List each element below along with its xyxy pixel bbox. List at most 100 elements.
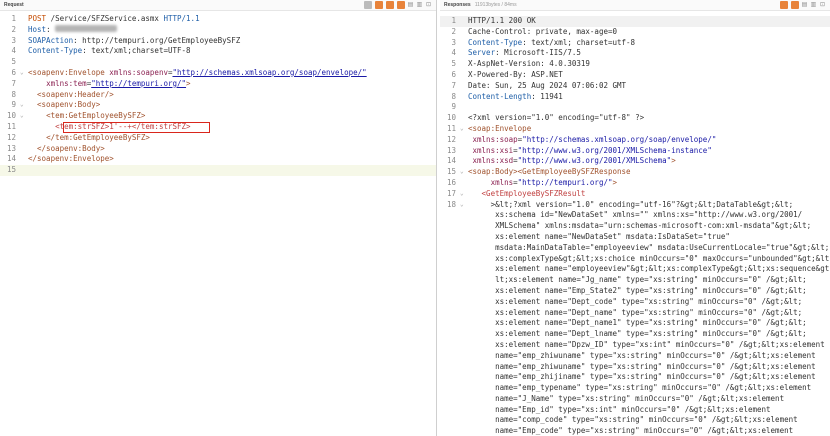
code-line[interactable]: 10 <?xml version="1.0" encoding="utf-8" ?… — [440, 113, 830, 124]
code-token: : text/xml; charset=utf-8 — [522, 37, 636, 47]
code-line[interactable]: 12 </tem:GetEmployeeBySFZ> — [0, 133, 436, 144]
code-line[interactable]: xs:element name="Dept_name" type="xs:str… — [440, 308, 830, 319]
code-line[interactable]: xs:element name="Dpzw_ID" type="xs:int" … — [440, 340, 830, 351]
code-line[interactable]: 1 HTTP/1.1 200 OK — [440, 16, 830, 27]
code-line[interactable]: 7 Date: Sun, 25 Aug 2024 07:06:02 GMT — [440, 81, 830, 92]
line-number: 12 — [6, 132, 16, 142]
code-line[interactable]: 6 X-Powered-By: ASP.NET — [440, 70, 830, 81]
code-line[interactable]: 4 Content-Type: text/xml;charset=UTF-8 — [0, 46, 436, 57]
fold-gutter — [20, 14, 28, 25]
code-line[interactable]: name="comp_code" type="xs:string" minOcc… — [440, 415, 830, 426]
code-line[interactable]: 5 — [0, 57, 436, 68]
code-line[interactable]: xs:schema id="NewDataSet" xmlns="" xmlns… — [440, 210, 830, 221]
code-token: "http://www.w3.org/2001/XMLSchema" — [517, 156, 672, 166]
code-line[interactable]: 10 ⌄ <tem:GetEmployeeBySFZ> — [0, 111, 436, 122]
request-toolbar: Request ▤ ▥ ⊡ — [0, 0, 436, 11]
fold-toggle-icon[interactable]: ⌄ — [460, 189, 468, 200]
code-line[interactable]: xs:element name="Dept_code" type="xs:str… — [440, 297, 830, 308]
fold-gutter — [460, 178, 468, 189]
code-line[interactable]: 1 POST /Service/SFZService.asmx HTTP/1.1 — [0, 14, 436, 25]
line-number: 15 — [6, 165, 16, 175]
code-line[interactable]: msdata:MainDataTable="employeeview" msda… — [440, 243, 830, 254]
code-line[interactable]: name="emp_zhijiname" type="xs:string" mi… — [440, 372, 830, 383]
code-line[interactable]: 11 ⌄ <soap:Envelope — [440, 124, 830, 135]
code-line[interactable]: 15 ⌄ <soap:Body> <GetEmployeeBySFZResponse — [440, 167, 830, 178]
code-token: name="emp_zhiwuname" type="xs:string" mi… — [495, 350, 816, 360]
layout-icon[interactable]: ▤ — [801, 2, 808, 9]
code-line[interactable]: 9 — [440, 102, 830, 113]
line-number — [440, 243, 460, 254]
code-line[interactable]: xs:element name="Emp_State2" type="xs:st… — [440, 286, 830, 297]
code-line[interactable]: name="Emp_code" type="xs:string" minOccu… — [440, 426, 830, 436]
fold-toggle-icon[interactable]: ⌄ — [460, 200, 468, 211]
fold-gutter — [460, 102, 468, 113]
code-line[interactable]: 11 <tem:strSFZ>1'--+</tem:strSFZ> — [0, 121, 436, 133]
code-line[interactable]: 14 </soapenv:Envelope> — [0, 154, 436, 165]
code-line[interactable]: 13 </soapenv:Body> — [0, 144, 436, 155]
code-token: POST — [28, 14, 47, 23]
request-action-button-4[interactable] — [397, 1, 405, 9]
fold-gutter — [20, 36, 28, 47]
line-number: 14 — [6, 154, 16, 164]
code-line[interactable]: 6 ⌄ <soapenv:Envelope xmlns:soapenv = "http:… — [0, 68, 436, 79]
line-number — [440, 264, 460, 275]
code-line[interactable]: 15 — [0, 165, 436, 176]
code-line[interactable]: 9 ⌄ <soapenv:Body> — [0, 100, 436, 111]
code-line[interactable]: xs:element name="Dept_lname" type="xs:st… — [440, 329, 830, 340]
code-line[interactable]: 18 ⌄ >&lt;?xml version="1.0" encoding="ut… — [440, 200, 830, 211]
code-line[interactable]: 2 Cache-Control: private, max-age=0 — [440, 27, 830, 38]
response-action-button-2[interactable] — [791, 1, 799, 9]
fold-gutter — [460, 362, 468, 373]
code-line[interactable]: 4 Server: Microsoft-IIS/7.5 — [440, 48, 830, 59]
code-line[interactable]: xs:element name="employeeview"&gt;&lt;xs… — [440, 264, 830, 275]
code-line[interactable]: name="Emp_id" type="xs:int" minOccurs="0… — [440, 405, 830, 416]
code-line[interactable]: XMLSchema" xmlns:msdata="urn:schemas-mic… — [440, 221, 830, 232]
fold-toggle-icon[interactable]: ⌄ — [20, 111, 28, 122]
expand-icon[interactable]: ⊡ — [425, 2, 432, 9]
code-token: xs:element name="Emp_State2" type="xs:st… — [495, 285, 807, 295]
code-line[interactable]: 13 xmlns:xsi = "http://www.w3.org/2001/XML… — [440, 146, 830, 157]
code-line[interactable]: 17 ⌄ <GetEmployeeBySFZResult — [440, 189, 830, 200]
request-action-button-1[interactable] — [364, 1, 372, 9]
fold-gutter — [460, 48, 468, 59]
fold-gutter — [460, 329, 468, 340]
split-icon[interactable]: ▥ — [416, 2, 423, 9]
code-line[interactable]: 8 <soapenv:Header/> — [0, 90, 436, 101]
request-action-button-3[interactable] — [386, 1, 394, 9]
code-line[interactable]: xs:element name="Dept_name1" type="xs:st… — [440, 318, 830, 329]
code-line[interactable]: 7 xmlns:tem = "http://tempuri.org/" > — [0, 79, 436, 90]
layout-icon[interactable]: ▤ — [407, 2, 414, 9]
fold-toggle-icon[interactable]: ⌄ — [20, 68, 28, 79]
expand-icon[interactable]: ⊡ — [819, 2, 826, 9]
request-editor[interactable]: 1 POST /Service/SFZService.asmx HTTP/1.1 2… — [0, 11, 436, 176]
split-icon[interactable]: ▥ — [810, 2, 817, 9]
code-line[interactable]: name="emp_zhiwuname" type="xs:string" mi… — [440, 362, 830, 373]
code-line[interactable]: 5 X-AspNet-Version: 4.0.30319 — [440, 59, 830, 70]
code-line[interactable]: 3 SOAPAction: http://tempuri.org/GetEmplo… — [0, 36, 436, 47]
code-line[interactable]: 12 xmlns:soap = "http://schemas.xmlsoap.or… — [440, 135, 830, 146]
fold-toggle-icon[interactable]: ⌄ — [460, 124, 468, 135]
code-line[interactable]: xs:complexType&gt;&lt;xs:choice minOccur… — [440, 254, 830, 265]
code-line[interactable]: name="J_Name" type="xs:string" minOccurs… — [440, 394, 830, 405]
code-line[interactable]: 2 Host: — [0, 24, 436, 36]
line-number — [440, 232, 460, 243]
code-token: HTTP/1.1 — [163, 14, 200, 23]
fold-toggle-icon[interactable]: ⌄ — [20, 100, 28, 111]
code-line[interactable]: name="emp_typename" type="xs:string" min… — [440, 383, 830, 394]
code-line[interactable]: 8 Content-Length: 11941 — [440, 92, 830, 103]
fold-toggle-icon[interactable]: ⌄ — [460, 167, 468, 178]
code-line[interactable]: 3 Content-Type: text/xml; charset=utf-8 — [440, 38, 830, 49]
code-line[interactable]: lt;xs:element name="Jg_name" type="xs:st… — [440, 275, 830, 286]
code-line[interactable]: 16 xmlns = "http://tempuri.org/" > — [440, 178, 830, 189]
code-line[interactable]: name="emp_zhiwuname" type="xs:string" mi… — [440, 351, 830, 362]
fold-gutter — [460, 81, 468, 92]
response-action-button-1[interactable] — [780, 1, 788, 9]
code-line[interactable]: xs:element name="NewDataSet" msdata:IsDa… — [440, 232, 830, 243]
request-action-button-2[interactable] — [375, 1, 383, 9]
code-line[interactable]: 14 xmlns:xsd = "http://www.w3.org/2001/XML… — [440, 156, 830, 167]
response-viewer[interactable]: 1 HTTP/1.1 200 OK 2 Cache-Control: private,… — [440, 13, 830, 436]
